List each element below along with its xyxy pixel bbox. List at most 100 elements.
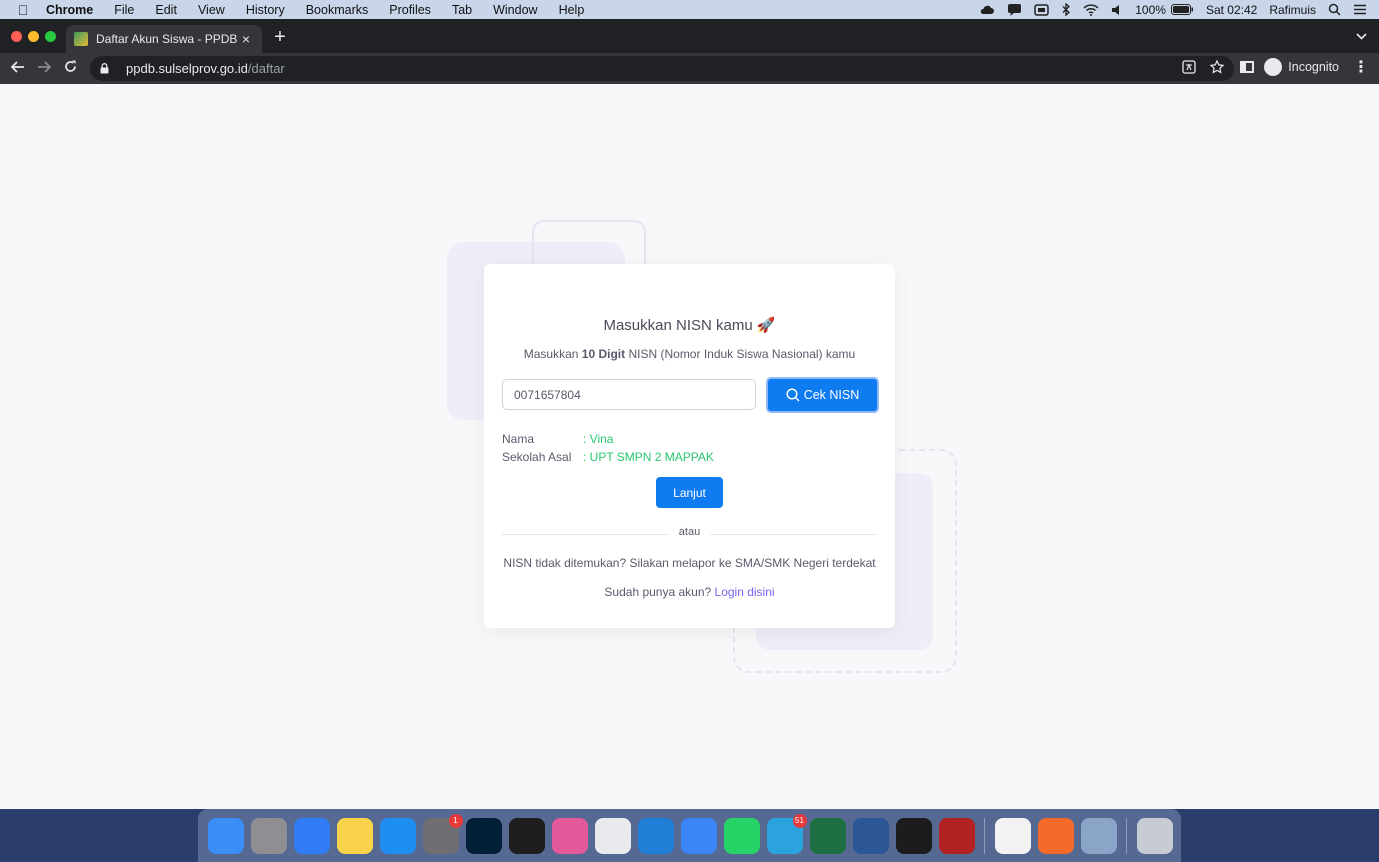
card-heading: Masukkan NISN kamu 🚀 bbox=[603, 317, 776, 334]
active-tab[interactable]: Daftar Akun Siswa - PPDB Sulawesi × bbox=[66, 25, 262, 53]
textedit-icon[interactable] bbox=[994, 817, 1031, 854]
toolbar-right: Incognito ⋮ bbox=[1240, 57, 1369, 77]
notes-icon[interactable] bbox=[336, 817, 373, 854]
mindnode-icon[interactable] bbox=[680, 817, 717, 854]
address-bar-actions bbox=[1168, 59, 1225, 77]
tab-bar: Daftar Akun Siswa - PPDB Sulawesi × + bbox=[0, 19, 1379, 53]
side-panel-icon[interactable] bbox=[1240, 61, 1255, 73]
status-area: 100% Sat 02:42 Rafimuis bbox=[967, 0, 1367, 19]
figma-icon[interactable] bbox=[508, 817, 545, 854]
notification-icon[interactable] bbox=[1007, 3, 1022, 16]
incognito-profile-button[interactable]: Incognito bbox=[1264, 58, 1339, 76]
browser-menu-icon[interactable]: ⋮ bbox=[1353, 57, 1369, 77]
notification-badge: 1 bbox=[448, 813, 463, 828]
word-icon[interactable] bbox=[852, 817, 889, 854]
launchpad-icon[interactable] bbox=[250, 817, 287, 854]
translate-icon[interactable] bbox=[1182, 60, 1196, 77]
safari-icon[interactable] bbox=[293, 817, 330, 854]
tab-search-chevron-icon[interactable] bbox=[1356, 29, 1367, 43]
school-row: Sekolah Asal : UPT SMPN 2 MAPPAK bbox=[502, 450, 714, 464]
vectornator-icon[interactable] bbox=[1037, 817, 1074, 854]
photoshop-icon[interactable] bbox=[465, 817, 502, 854]
whatsapp-icon[interactable] bbox=[723, 817, 760, 854]
register-card: Masukkan NISN kamu 🚀 Masukkan 10 Digit N… bbox=[484, 264, 895, 628]
login-prompt-text: Sudah punya akun? bbox=[604, 585, 715, 599]
menu-window[interactable]: Window bbox=[493, 3, 537, 17]
spotlight-search-icon[interactable] bbox=[1328, 3, 1341, 16]
battery-icon[interactable] bbox=[1170, 4, 1194, 15]
reload-button[interactable] bbox=[57, 60, 83, 78]
back-button[interactable] bbox=[5, 60, 31, 78]
check-nisn-label: Cek NISN bbox=[803, 388, 860, 402]
cloud-sync-icon[interactable] bbox=[979, 3, 995, 16]
incognito-icon bbox=[1264, 58, 1283, 76]
excel-icon[interactable] bbox=[809, 817, 846, 854]
macos-dock: 1 51 bbox=[198, 809, 1181, 862]
menu-bookmarks[interactable]: Bookmarks bbox=[306, 3, 369, 17]
site-favicon-icon bbox=[74, 32, 88, 46]
browser-window: Daftar Akun Siswa - PPDB Sulawesi × + pp… bbox=[0, 19, 1379, 809]
app-menu: Chrome File Edit View History Bookmarks Profi… bbox=[46, 3, 605, 17]
close-window-button[interactable] bbox=[11, 31, 22, 42]
control-center-icon[interactable] bbox=[1353, 4, 1367, 15]
ckey-icon[interactable] bbox=[551, 817, 588, 854]
apple-icon[interactable]:  bbox=[14, 2, 32, 18]
continue-button[interactable]: Lanjut bbox=[656, 477, 723, 508]
app-store-icon[interactable] bbox=[379, 817, 416, 854]
menu-help[interactable]: Help bbox=[559, 3, 585, 17]
user-name[interactable]: Rafimuis bbox=[1269, 3, 1316, 17]
preview-icon[interactable] bbox=[1080, 817, 1117, 854]
subtitle-suffix: NISN (Nomor Induk Siswa Nasional) kamu bbox=[625, 347, 856, 361]
bluetooth-icon[interactable] bbox=[1061, 3, 1071, 16]
dock-separator bbox=[984, 817, 985, 854]
subtitle-bold: 10 Digit bbox=[581, 347, 626, 361]
page-viewport: Masukkan NISN kamu 🚀 Masukkan 10 Digit N… bbox=[0, 84, 1379, 809]
menu-edit[interactable]: Edit bbox=[155, 3, 177, 17]
address-bar[interactable]: ppdb.sulselprov.go.id/daftar bbox=[90, 56, 1234, 81]
bookmark-star-icon[interactable] bbox=[1209, 59, 1225, 77]
notification-badge: 51 bbox=[792, 813, 807, 828]
lock-icon[interactable] bbox=[100, 63, 116, 74]
check-nisn-button[interactable]: Cek NISN bbox=[766, 377, 879, 413]
nisn-not-found-text: NISN tidak ditemukan? Silakan melapor ke… bbox=[503, 556, 876, 570]
subtitle-prefix: Masukkan bbox=[523, 347, 582, 361]
terminal-icon[interactable] bbox=[895, 817, 932, 854]
clock[interactable]: Sat 02:42 bbox=[1206, 3, 1257, 17]
search-icon bbox=[786, 388, 800, 402]
close-tab-icon[interactable]: × bbox=[238, 31, 254, 47]
login-link[interactable]: Login disini bbox=[715, 585, 775, 599]
school-label: Sekolah Asal bbox=[502, 450, 572, 464]
menu-view[interactable]: View bbox=[198, 3, 225, 17]
menu-app-name[interactable]: Chrome bbox=[46, 3, 93, 17]
login-prompt: Sudah punya akun? Login disini bbox=[484, 585, 895, 599]
dock-separator bbox=[1126, 817, 1127, 854]
nisn-input[interactable] bbox=[502, 379, 756, 410]
menu-profiles[interactable]: Profiles bbox=[389, 3, 431, 17]
student-name-label: Nama bbox=[502, 432, 535, 446]
window-controls bbox=[11, 31, 62, 42]
forward-button[interactable] bbox=[31, 60, 57, 78]
trash-icon[interactable] bbox=[1136, 817, 1173, 854]
student-name-row: Nama : Vina bbox=[502, 432, 613, 446]
finder-icon[interactable] bbox=[207, 817, 244, 854]
vscode-icon[interactable] bbox=[637, 817, 674, 854]
minimize-window-button[interactable] bbox=[28, 31, 39, 42]
screen-mirroring-icon[interactable] bbox=[1034, 3, 1049, 16]
url-path: /daftar bbox=[247, 61, 285, 76]
menu-file[interactable]: File bbox=[114, 3, 134, 17]
chrome-icon[interactable] bbox=[594, 817, 631, 854]
wifi-icon[interactable] bbox=[1083, 3, 1099, 16]
maximize-window-button[interactable] bbox=[45, 31, 56, 42]
macos-menu-bar:  Chrome File Edit View History Bookmarks Pro… bbox=[0, 0, 1379, 19]
new-tab-button[interactable]: + bbox=[270, 27, 290, 47]
card-subtitle: Masukkan 10 Digit NISN (Nomor Induk Sisw… bbox=[484, 347, 895, 361]
telegram-icon[interactable]: 51 bbox=[766, 813, 807, 854]
filezilla-icon[interactable] bbox=[938, 817, 975, 854]
menu-tab[interactable]: Tab bbox=[452, 3, 472, 17]
school-value: : UPT SMPN 2 MAPPAK bbox=[583, 450, 714, 464]
system-preferences-icon[interactable]: 1 bbox=[422, 813, 463, 854]
volume-icon[interactable] bbox=[1111, 4, 1123, 16]
divider: atau bbox=[502, 526, 877, 538]
tab-title: Daftar Akun Siswa - PPDB Sulawesi bbox=[96, 32, 238, 46]
menu-history[interactable]: History bbox=[246, 3, 285, 17]
